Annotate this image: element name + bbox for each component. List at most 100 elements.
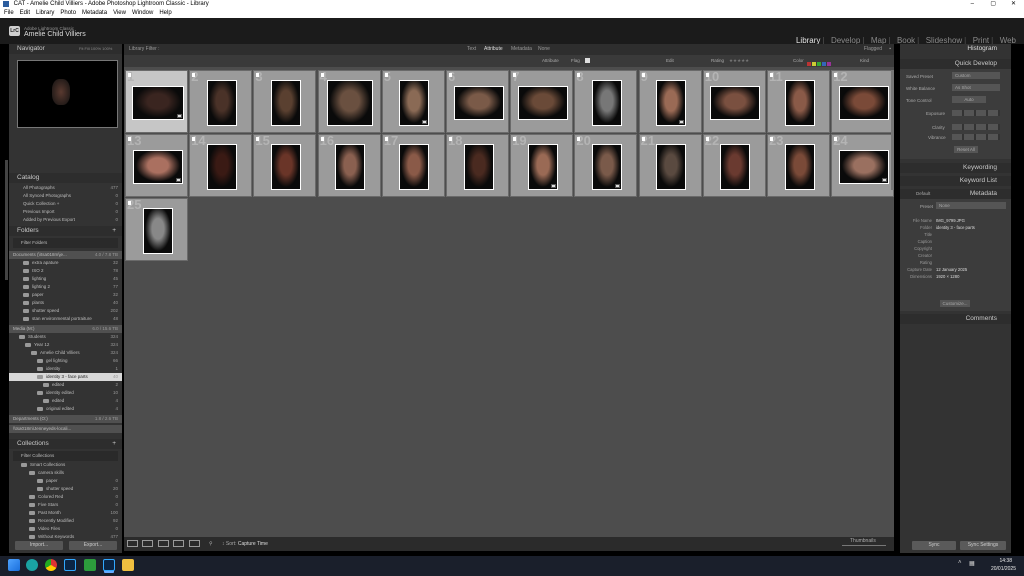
filter-lock-icon[interactable]: ▪: [889, 44, 891, 55]
system-tray-up-icon[interactable]: ˄: [958, 560, 962, 566]
collection-item[interactable]: Colored Red 0: [9, 493, 122, 501]
drive-media[interactable]: Media (M:) 6.0 / 15.6 TB: [9, 325, 122, 333]
metadata-header[interactable]: Default Metadata: [900, 189, 1011, 199]
cell-flag-icon[interactable]: [320, 137, 324, 141]
customize-button[interactable]: Customize...: [940, 300, 970, 307]
drive-network[interactable]: \\tsa018m\Jenneyeds-locali...: [9, 425, 122, 433]
collection-item[interactable]: camera skills: [9, 469, 122, 477]
folder-tree-item[interactable]: identity 3 - face parts 40: [9, 373, 122, 381]
folder-tree-item[interactable]: gel lighting 66: [9, 357, 122, 365]
grid-cell[interactable]: 17: [381, 134, 445, 197]
grid-cell[interactable]: 7: [510, 70, 574, 133]
folder-tree-item[interactable]: identity edited 10: [9, 389, 122, 397]
sync-settings-button[interactable]: Sync Settings: [960, 541, 1006, 550]
photo-thumbnail[interactable]: [399, 143, 430, 190]
grid-cell[interactable]: 8: [574, 70, 638, 133]
metadata-field[interactable]: Capture Date 12 January 2025: [900, 266, 1011, 273]
grid-cell[interactable]: 5: [381, 70, 445, 133]
filter-tab-none[interactable]: None: [538, 44, 550, 55]
white-balance-select[interactable]: As Shot: [952, 84, 1000, 91]
cell-flag-icon[interactable]: [384, 73, 388, 77]
cell-flag-icon[interactable]: [192, 137, 196, 141]
people-view-icon[interactable]: [188, 540, 200, 548]
folder-tree-item[interactable]: edited 2: [9, 381, 122, 389]
catalog-item[interactable]: All Synced Photographs 0: [9, 192, 122, 200]
cell-flag-icon[interactable]: [256, 73, 260, 77]
cell-flag-icon[interactable]: [641, 73, 645, 77]
collection-item[interactable]: Past Month 100: [9, 509, 122, 517]
metadata-field[interactable]: Caption: [900, 238, 1011, 245]
quick-develop-header[interactable]: Quick Develop: [900, 59, 1011, 69]
folder-item[interactable]: lighting 2 77: [9, 283, 122, 291]
keyword-list-header[interactable]: Keyword List: [900, 176, 1011, 186]
photo-thumbnail[interactable]: [206, 79, 237, 126]
left-panel-scrollbar[interactable]: [5, 160, 8, 280]
flag-icon[interactable]: [585, 58, 590, 63]
collection-item[interactable]: Five Stars 0: [9, 501, 122, 509]
photoshop-icon[interactable]: [64, 559, 76, 571]
folder-item[interactable]: plants 40: [9, 299, 122, 307]
grid-scrollbar[interactable]: [891, 70, 894, 190]
collection-item[interactable]: Smart Collections: [9, 461, 122, 469]
folder-item[interactable]: extra apature 32: [9, 259, 122, 267]
folder-tree-item[interactable]: original edited 4: [9, 405, 122, 413]
rating-stars[interactable]: ★★★★★: [729, 55, 749, 67]
catalog-item[interactable]: Added by Previous Export 0: [9, 216, 122, 224]
add-folder-icon[interactable]: +: [112, 226, 116, 236]
folder-tree-item[interactable]: edited 4: [9, 397, 122, 405]
thumbnail-size-slider[interactable]: [842, 545, 886, 546]
collections-header[interactable]: Collections +: [9, 439, 122, 449]
grid-cell[interactable]: 16: [317, 134, 381, 197]
catalog-item[interactable]: All Photographs 477: [9, 184, 122, 192]
filter-folders[interactable]: Filter Folders: [13, 238, 118, 248]
cell-flag-icon[interactable]: [770, 137, 773, 141]
histogram-header[interactable]: Histogram: [900, 44, 1011, 54]
cell-flag-icon[interactable]: [834, 137, 838, 141]
cell-flag-icon[interactable]: [128, 137, 131, 141]
photo-thumbnail[interactable]: [784, 143, 815, 190]
cell-flag-icon[interactable]: [384, 137, 388, 141]
menu-photo[interactable]: Photo: [60, 10, 76, 16]
cell-flag-icon[interactable]: [449, 137, 452, 141]
photo-thumbnail[interactable]: [720, 143, 751, 190]
edge-icon[interactable]: [26, 559, 38, 571]
grid-cell[interactable]: 12: [831, 70, 895, 133]
collection-item[interactable]: paper 0: [9, 477, 122, 485]
grid-cell[interactable]: 18: [446, 134, 509, 197]
photo-thumbnail[interactable]: [710, 85, 761, 120]
filter-tab-attribute[interactable]: Attribute: [484, 44, 503, 55]
grid-cell[interactable]: 9: [638, 70, 702, 133]
photo-thumbnail[interactable]: [142, 207, 173, 254]
folder-tree-item[interactable]: Students 324: [9, 333, 122, 341]
import-button[interactable]: Import...: [15, 541, 63, 550]
windows-start-icon[interactable]: [8, 559, 20, 571]
drive-documents[interactable]: Documents (\\tsa018m\je... 4.0 / 7.8 TB: [9, 251, 122, 259]
cell-flag-icon[interactable]: [577, 73, 581, 77]
grid-cell[interactable]: 6: [446, 70, 509, 133]
maximize-icon[interactable]: ▢: [990, 0, 996, 9]
menu-edit[interactable]: Edit: [20, 10, 30, 16]
cell-flag-icon[interactable]: [705, 73, 709, 77]
menu-help[interactable]: Help: [159, 10, 171, 16]
cell-flag-icon[interactable]: [513, 73, 517, 77]
grid-cell[interactable]: 10: [702, 70, 766, 133]
collection-item[interactable]: shutter speed 20: [9, 485, 122, 493]
cell-flag-icon[interactable]: [770, 73, 773, 77]
filter-preset[interactable]: Flagged: [864, 44, 882, 55]
export-button[interactable]: Export...: [69, 541, 117, 550]
catalog-item[interactable]: Quick Collection + 0: [9, 200, 122, 208]
grid-cell[interactable]: 15: [253, 134, 317, 197]
cell-flag-icon[interactable]: [577, 137, 581, 141]
grid-cell[interactable]: 21: [638, 134, 702, 197]
cell-flag-icon[interactable]: [128, 73, 131, 77]
grid-cell[interactable]: 2: [189, 70, 253, 133]
photo-thumbnail[interactable]: [335, 143, 366, 190]
grid-cell[interactable]: 13: [125, 134, 188, 197]
metadata-default-select[interactable]: Default: [916, 189, 930, 199]
grid-cell[interactable]: 4: [317, 70, 381, 133]
collection-item[interactable]: Recently Modified 92: [9, 517, 122, 525]
grid-cell[interactable]: 1: [125, 70, 188, 133]
folder-item[interactable]: lighting 45: [9, 275, 122, 283]
photo-thumbnail[interactable]: [463, 143, 494, 190]
compare-view-icon[interactable]: [157, 540, 169, 548]
